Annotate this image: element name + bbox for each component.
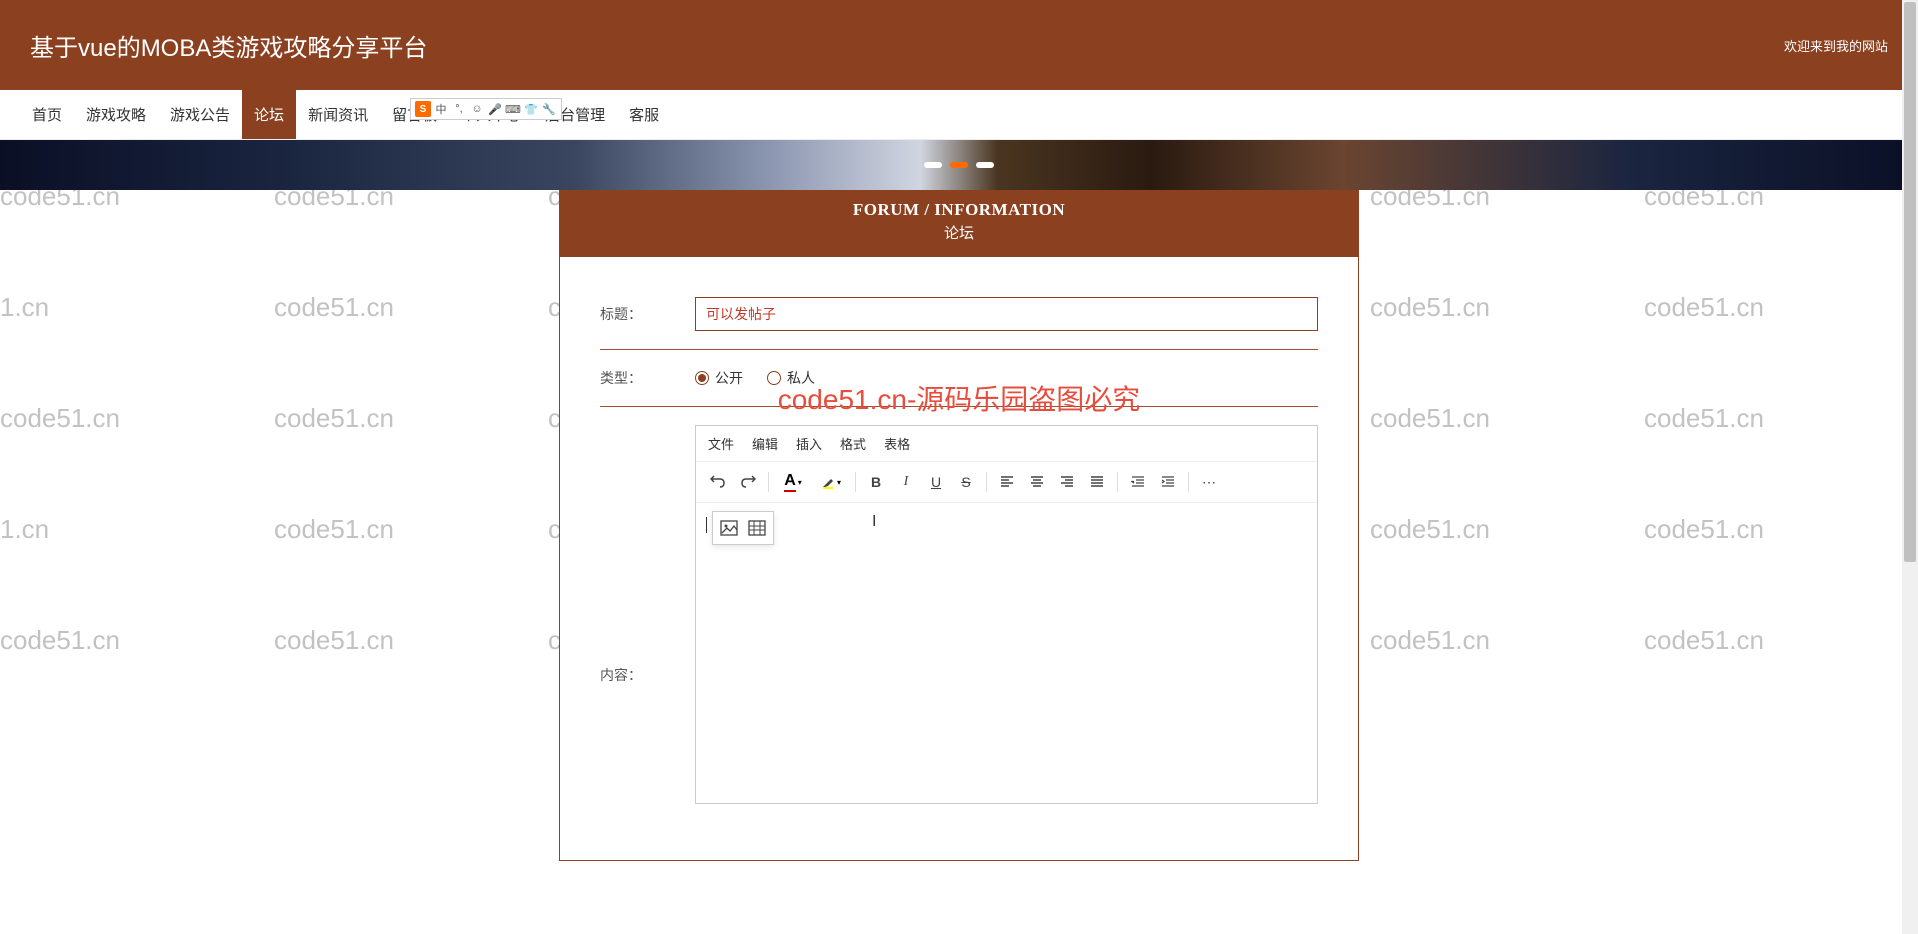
nav-strategy[interactable]: 游戏攻略 [74,90,158,139]
title-input[interactable] [695,297,1318,331]
editor-toolbar: A▾ ▾ B I U S ⋯ [696,462,1317,503]
outdent-icon[interactable] [1124,468,1152,496]
ibeam-cursor-icon: I [872,513,876,531]
type-radio-group: 公开 私人 [695,368,815,388]
align-left-icon[interactable] [993,468,1021,496]
ime-emoji-icon[interactable]: ☺ [469,101,485,117]
toolbar-separator [1117,472,1118,492]
radio-public-circle [695,371,709,385]
radio-public[interactable]: 公开 [695,368,743,388]
bold-icon[interactable]: B [862,468,890,496]
toolbar-separator [1188,472,1189,492]
ime-punct-icon[interactable]: °, [451,101,467,117]
menu-format[interactable]: 格式 [840,434,866,453]
content-row: 内容： 文件 编辑 插入 格式 表格 A▾ ▾ B I [600,425,1318,822]
ime-skin-icon[interactable]: 👕 [523,101,539,117]
title-row: 标题： [600,297,1318,350]
carousel-dots [924,162,994,168]
ime-lang[interactable]: 中 [433,101,449,117]
section-title-cn: 论坛 [559,222,1359,243]
toolbar-separator [855,472,856,492]
scrollbar-thumb[interactable] [1904,2,1916,562]
menu-edit[interactable]: 编辑 [752,434,778,453]
nav-support[interactable]: 客服 [617,90,671,139]
strikethrough-icon[interactable]: S [952,468,980,496]
vertical-scrollbar[interactable] [1902,0,1918,934]
post-form: 标题： 类型： 公开 私人 内容： 文件 编辑 [559,257,1359,861]
toolbar-separator [986,472,987,492]
dot-3[interactable] [976,162,994,168]
radio-private-label: 私人 [787,368,815,388]
nav-home[interactable]: 首页 [20,90,74,139]
type-row: 类型： 公开 私人 [600,368,1318,407]
align-right-icon[interactable] [1053,468,1081,496]
content-label: 内容： [600,665,695,685]
indent-icon[interactable] [1154,468,1182,496]
align-center-icon[interactable] [1023,468,1051,496]
menu-insert[interactable]: 插入 [796,434,822,453]
nav-forum[interactable]: 论坛 [242,90,296,139]
underline-icon[interactable]: U [922,468,950,496]
radio-private-circle [767,371,781,385]
nav-announcement[interactable]: 游戏公告 [158,90,242,139]
radio-private[interactable]: 私人 [767,368,815,388]
highlight-color-button[interactable]: ▾ [813,468,849,496]
site-header: 基于vue的MOBA类游戏攻略分享平台 欢迎来到我的网站 [0,0,1918,90]
rich-editor: 文件 编辑 插入 格式 表格 A▾ ▾ B I U S [695,425,1318,804]
ime-sogou-icon: S [415,101,431,117]
align-justify-icon[interactable] [1083,468,1111,496]
title-label: 标题： [600,304,695,324]
menu-table[interactable]: 表格 [884,434,910,453]
ime-keyboard-icon[interactable]: ⌨ [505,101,521,117]
main-nav: 首页 游戏攻略 游戏公告 论坛 新闻资讯 留言板 个人中心 后台管理 客服 S … [0,90,1918,140]
floating-insert-toolbar [712,511,774,545]
more-icon[interactable]: ⋯ [1195,468,1223,496]
nav-news[interactable]: 新闻资讯 [296,90,380,139]
welcome-text: 欢迎来到我的网站 [1784,36,1888,55]
ime-mic-icon[interactable]: 🎤 [487,101,503,117]
editor-menubar: 文件 编辑 插入 格式 表格 [696,426,1317,462]
redo-icon[interactable] [734,468,762,496]
type-label: 类型： [600,368,695,388]
insert-image-icon[interactable] [717,516,741,540]
insert-table-icon[interactable] [745,516,769,540]
ime-toolbar: S 中 °, ☺ 🎤 ⌨ 👕 🔧 [410,98,562,120]
section-title-en: FORUM / INFORMATION [559,200,1359,220]
site-title: 基于vue的MOBA类游戏攻略分享平台 [30,28,427,63]
radio-public-label: 公开 [715,368,743,388]
dot-1[interactable] [924,162,942,168]
main-content: FORUM / INFORMATION 论坛 标题： 类型： 公开 私人 内容： [559,190,1359,861]
menu-file[interactable]: 文件 [708,434,734,453]
text-cursor [706,517,707,533]
editor-content-area[interactable]: I [696,503,1317,803]
dot-2[interactable] [950,162,968,168]
banner-carousel [0,140,1918,190]
ime-tool-icon[interactable]: 🔧 [541,101,557,117]
toolbar-separator [768,472,769,492]
text-color-button[interactable]: A▾ [775,468,811,496]
section-header: FORUM / INFORMATION 论坛 [559,190,1359,257]
undo-icon[interactable] [704,468,732,496]
italic-icon[interactable]: I [892,468,920,496]
